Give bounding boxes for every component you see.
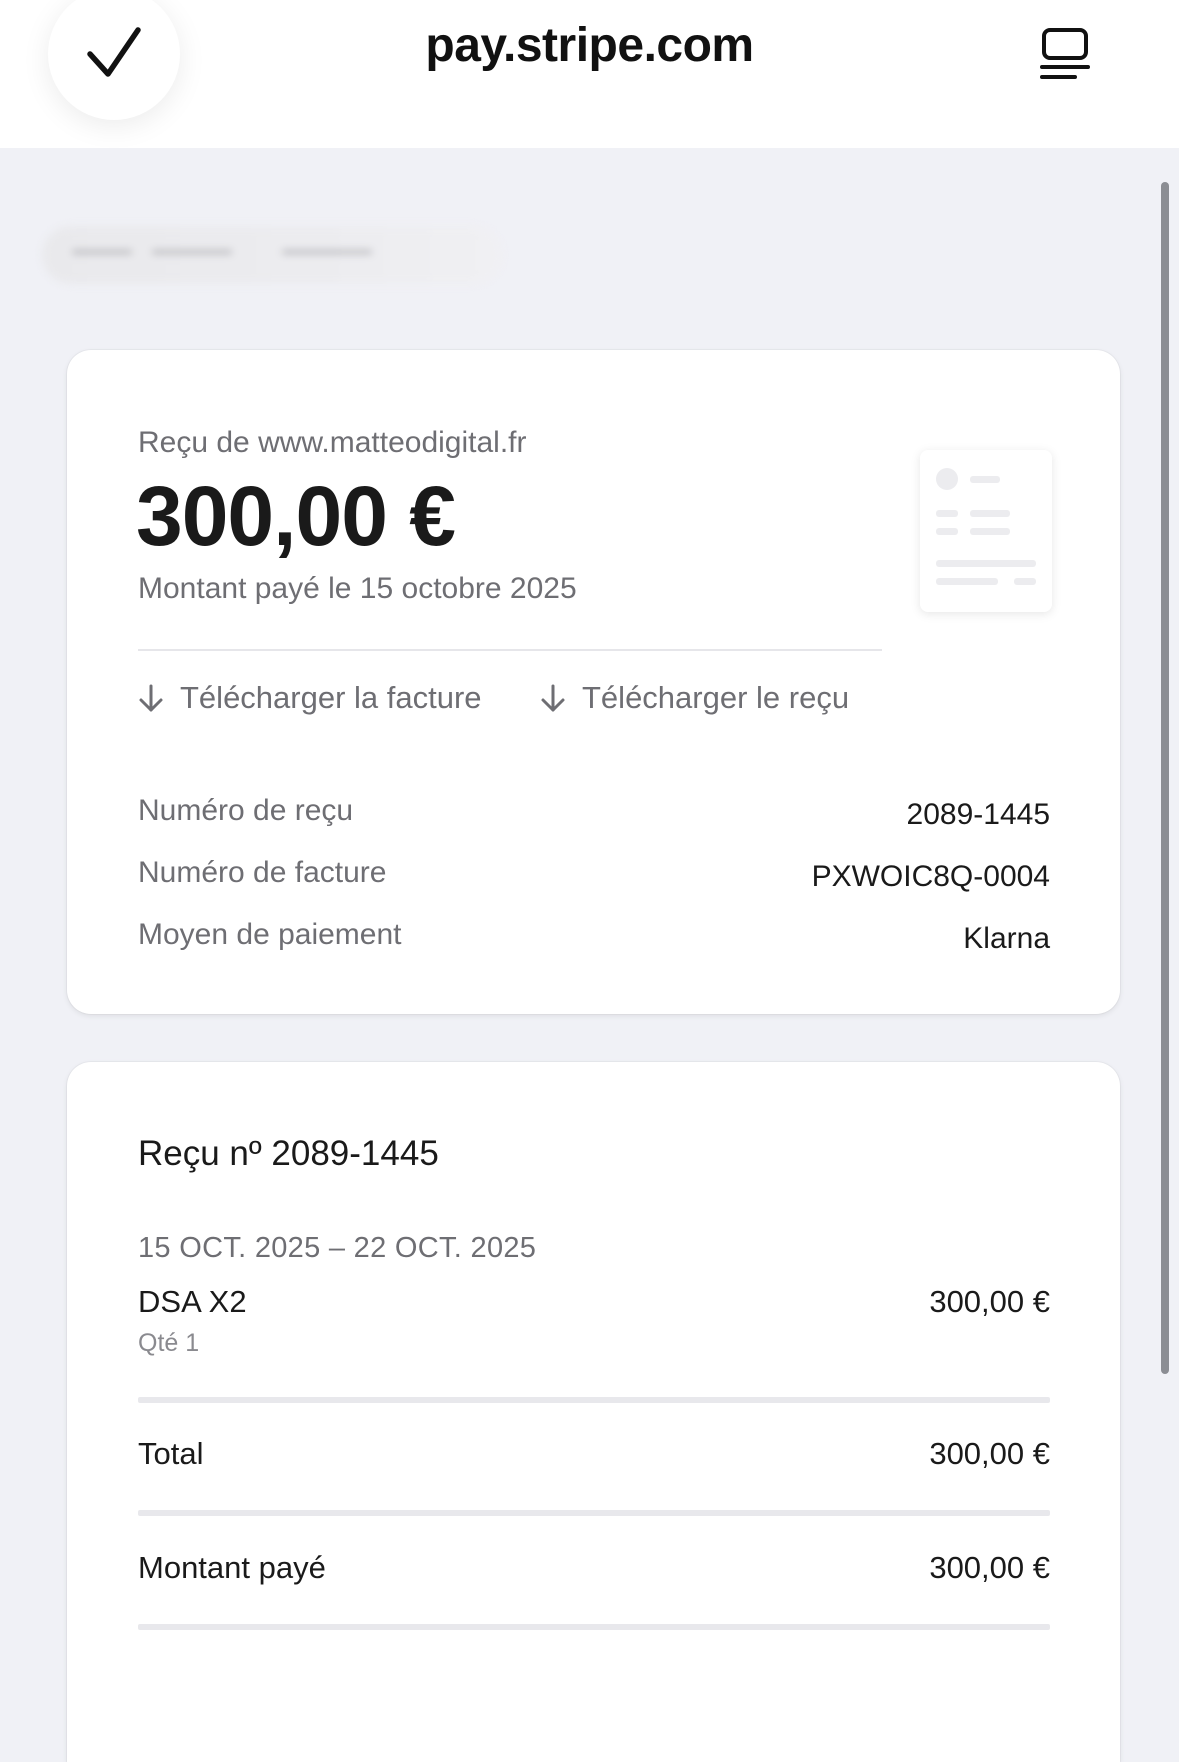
amount-paid: 300,00 € xyxy=(136,469,456,563)
download-receipt-label: Télécharger le reçu xyxy=(582,680,850,715)
site-title: pay.stripe.com xyxy=(425,19,754,72)
receipt-illustration-icon xyxy=(920,450,1052,612)
line-item-price: 300,00 € xyxy=(929,1284,1050,1319)
line-item-name: DSA X2 xyxy=(138,1284,247,1319)
browser-toolbar: pay.stripe.com xyxy=(0,0,1179,148)
redacted-merchant-name xyxy=(42,226,502,284)
amount-paid-label: Montant payé xyxy=(138,1550,326,1585)
amount-paid-value: 300,00 € xyxy=(929,1550,1050,1585)
receipt-number-label: Numéro de reçu xyxy=(138,794,354,827)
divider xyxy=(138,1397,1050,1403)
paid-date: Montant payé le 15 octobre 2025 xyxy=(138,572,577,605)
arrow-down-icon xyxy=(138,683,164,713)
reader-mode-icon xyxy=(1040,28,1090,79)
receipt-summary-card: Reçu de www.matteodigital.fr 300,00 € Mo… xyxy=(67,350,1120,1014)
scrollbar[interactable] xyxy=(1161,182,1169,1374)
payment-method-value: Klarna xyxy=(963,922,1050,955)
download-invoice-link[interactable]: Télécharger la facture xyxy=(138,680,482,716)
invoice-number-value: PXWOIC8Q-0004 xyxy=(811,860,1050,893)
receipt-from-label: Reçu de www.matteodigital.fr xyxy=(138,426,527,459)
divider xyxy=(138,1624,1050,1630)
arrow-down-icon xyxy=(540,683,566,713)
download-receipt-link[interactable]: Télécharger le reçu xyxy=(540,680,849,716)
divider xyxy=(138,649,882,651)
divider xyxy=(138,1510,1050,1516)
payment-method-label: Moyen de paiement xyxy=(138,918,402,951)
invoice-number-label: Numéro de facture xyxy=(138,856,387,889)
total-value: 300,00 € xyxy=(929,1436,1050,1471)
download-invoice-label: Télécharger la facture xyxy=(180,680,482,715)
line-item-qty: Qté 1 xyxy=(138,1329,200,1357)
billing-period: 15 OCT. 2025 – 22 OCT. 2025 xyxy=(138,1232,537,1264)
reader-mode-button[interactable] xyxy=(1030,20,1100,90)
receipt-number-value: 2089-1445 xyxy=(906,798,1050,831)
total-label: Total xyxy=(138,1436,204,1471)
receipt-title: Reçu nº 2089-1445 xyxy=(138,1134,439,1173)
receipt-detail-card: Reçu nº 2089-1445 15 OCT. 2025 – 22 OCT.… xyxy=(67,1062,1120,1762)
